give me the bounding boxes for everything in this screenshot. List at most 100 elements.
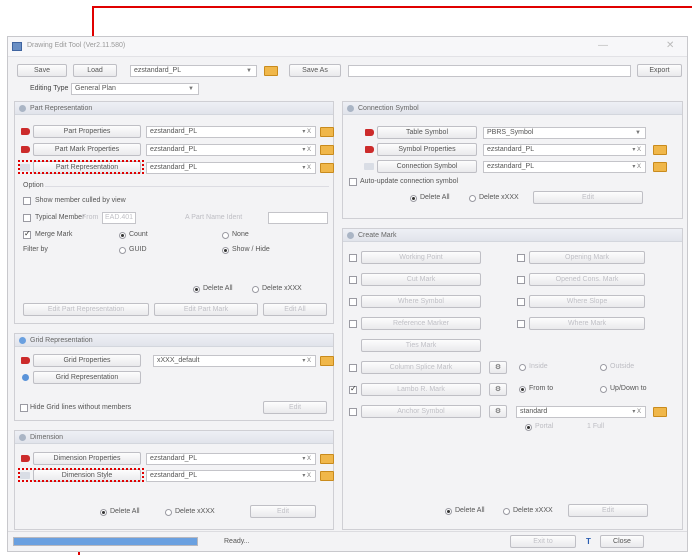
connection-symbol-header[interactable]: Connection Symbol — [343, 102, 682, 115]
none-radio[interactable] — [222, 232, 229, 239]
create-mark-button[interactable]: Working Point — [361, 251, 481, 264]
create-mark-button[interactable]: Reference Marker — [361, 317, 481, 330]
connection-edit-button[interactable]: Edit — [533, 191, 643, 204]
mark-checkbox[interactable] — [349, 364, 357, 372]
portal-radio[interactable] — [525, 424, 532, 431]
create-mark-button[interactable]: Where Mark — [529, 317, 645, 330]
edit-part-mark-button[interactable]: Edit Part Mark — [154, 303, 258, 316]
minimize-icon[interactable]: — — [598, 40, 608, 51]
part-properties-button[interactable]: Part Properties — [33, 125, 141, 138]
connection-symbol-button[interactable]: Connection Symbol — [377, 160, 477, 173]
show-culled-checkbox[interactable] — [23, 197, 31, 205]
part-name-ident-field[interactable] — [268, 212, 328, 224]
chevron-down-close-icon[interactable]: ▾ X — [302, 356, 311, 366]
show-hide-radio[interactable] — [222, 247, 229, 254]
create-mark-button[interactable]: Lambo R. Mark — [361, 383, 481, 396]
mark-checkbox[interactable] — [517, 320, 525, 328]
delete-all-radio[interactable] — [410, 195, 417, 202]
create-mark-button[interactable]: Where Slope — [529, 295, 645, 308]
dimension-header[interactable]: Dimension — [15, 431, 333, 444]
dimension-properties-button[interactable]: Dimension Properties — [33, 452, 141, 465]
symbol-properties-select[interactable]: ezstandard_PL ▾ X — [483, 144, 646, 156]
create-mark-button[interactable]: Anchor Symbol — [361, 405, 481, 418]
typical-member-checkbox[interactable] — [23, 214, 31, 222]
auto-update-checkbox[interactable] — [349, 178, 357, 186]
grid-representation-header[interactable]: Grid Representation — [15, 334, 333, 347]
create-mark-button[interactable]: Ties Mark — [361, 339, 481, 352]
chevron-down-close-icon[interactable]: ▾ X — [632, 145, 641, 155]
anchor-symbol-select[interactable]: standard ▾ X — [516, 406, 646, 418]
chevron-down-close-icon[interactable]: ▾ X — [302, 163, 311, 173]
inside-radio[interactable] — [519, 364, 526, 371]
folder-icon[interactable] — [653, 162, 667, 172]
chevron-down-close-icon[interactable]: ▾ X — [302, 471, 311, 481]
delete-all-radio[interactable] — [445, 508, 452, 515]
export-button[interactable]: Export — [637, 64, 682, 77]
chevron-down-close-icon[interactable]: ▾ X — [302, 127, 311, 137]
part-mark-properties-button[interactable]: Part Mark Properties — [33, 143, 141, 156]
delete-xxxx-radio[interactable] — [503, 508, 510, 515]
mark-checkbox[interactable] — [349, 408, 357, 416]
chevron-down-close-icon[interactable]: ▾ X — [302, 145, 311, 155]
dimension-style-select[interactable]: ezstandard_PL ▾ X — [146, 470, 316, 482]
part-mark-properties-select[interactable]: ezstandard_PL ▾ X — [146, 144, 316, 156]
create-mark-button[interactable]: Where Symbol — [361, 295, 481, 308]
connection-symbol-select[interactable]: ezstandard_PL ▾ X — [483, 161, 646, 173]
folder-icon[interactable] — [320, 471, 334, 481]
create-mark-button[interactable]: Opened Cons. Mark — [529, 273, 645, 286]
merge-mark-checkbox[interactable] — [23, 229, 31, 239]
chevron-down-close-icon[interactable]: ▾ X — [632, 407, 641, 417]
part-representation-select[interactable]: ezstandard_PL ▾ X — [146, 162, 316, 174]
load-button[interactable]: Load — [73, 64, 117, 77]
create-mark-button[interactable]: Opening Mark — [529, 251, 645, 264]
part-properties-select[interactable]: ezstandard_PL ▾ X — [146, 126, 316, 138]
create-mark-header[interactable]: Create Mark — [343, 229, 682, 242]
preset-select[interactable]: ezstandard_PL ▼ — [130, 65, 257, 77]
delete-xxxx-radio[interactable] — [165, 509, 172, 516]
delete-all-radio[interactable] — [100, 509, 107, 516]
grid-properties-select[interactable]: xXXX_default ▾ X — [153, 355, 316, 367]
guid-radio[interactable] — [119, 247, 126, 254]
grid-properties-button[interactable]: Grid Properties — [33, 354, 141, 367]
hide-grid-lines-checkbox[interactable] — [20, 404, 28, 412]
delete-xxxx-radio[interactable] — [469, 195, 476, 202]
symbol-properties-button[interactable]: Symbol Properties — [377, 143, 477, 156]
settings-button[interactable]: ⚙ — [489, 405, 507, 418]
folder-icon[interactable] — [264, 66, 278, 76]
close-icon[interactable]: ✕ — [666, 40, 674, 51]
edit-part-representation-button[interactable]: Edit Part Representation — [23, 303, 149, 316]
folder-icon[interactable] — [320, 454, 334, 464]
mark-checkbox[interactable] — [349, 254, 357, 262]
mark-checkbox[interactable] — [517, 254, 525, 262]
typical-from-field[interactable]: EAD.401 — [102, 212, 136, 224]
save-as-button[interactable]: Save As — [289, 64, 341, 77]
create-mark-button[interactable]: Cut Mark — [361, 273, 481, 286]
count-radio[interactable] — [119, 232, 126, 239]
editing-type-select[interactable]: General Plan ▼ — [71, 83, 199, 95]
folder-icon[interactable] — [653, 145, 667, 155]
up-down-radio[interactable] — [600, 386, 607, 393]
delete-all-radio[interactable] — [193, 286, 200, 293]
settings-button[interactable]: ⚙ — [489, 361, 507, 374]
settings-button[interactable]: ⚙ — [489, 383, 507, 396]
edit-all-button[interactable]: Edit All — [263, 303, 327, 316]
folder-icon[interactable] — [320, 127, 334, 137]
exit-to-button[interactable]: Exit to — [510, 535, 576, 548]
mark-checkbox[interactable] — [349, 298, 357, 306]
delete-xxxx-radio[interactable] — [252, 286, 259, 293]
table-symbol-select[interactable]: PBRS_Symbol ▼ — [483, 127, 646, 139]
save-as-field[interactable] — [348, 65, 631, 77]
save-button[interactable]: Save — [17, 64, 67, 77]
dimension-edit-button[interactable]: Edit — [250, 505, 316, 518]
folder-icon[interactable] — [320, 163, 334, 173]
close-button[interactable]: Close — [600, 535, 644, 548]
create-mark-button[interactable]: Column Splice Mark — [361, 361, 481, 374]
chevron-down-close-icon[interactable]: ▾ X — [302, 454, 311, 464]
mark-checkbox[interactable] — [349, 320, 357, 328]
grid-edit-button[interactable]: Edit — [263, 401, 327, 414]
mark-checkbox[interactable] — [349, 384, 357, 394]
mark-checkbox[interactable] — [517, 298, 525, 306]
folder-icon[interactable] — [653, 407, 667, 417]
folder-icon[interactable] — [320, 145, 334, 155]
chevron-down-close-icon[interactable]: ▾ X — [632, 162, 641, 172]
